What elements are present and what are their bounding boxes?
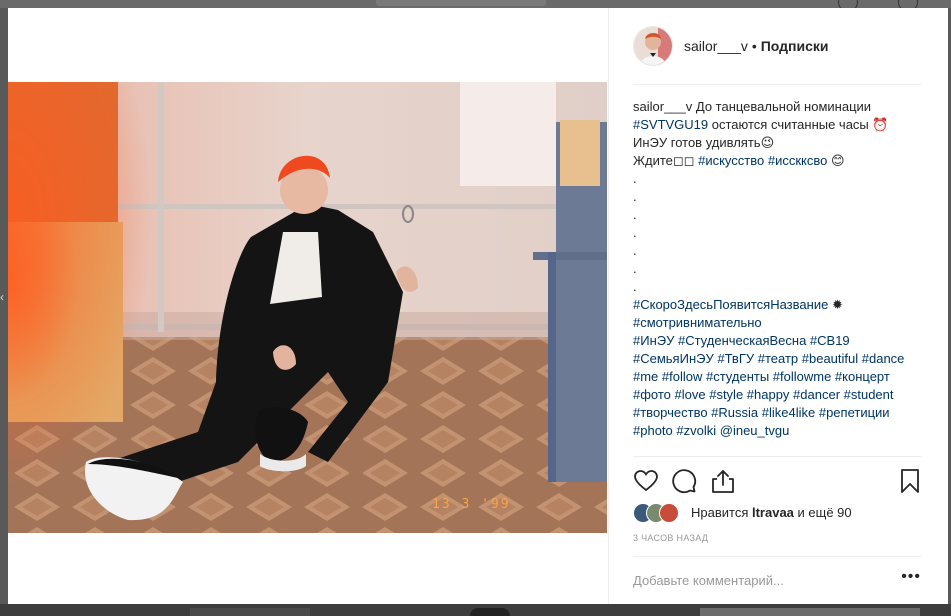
- hashtag-link[interactable]: #искусство: [698, 153, 764, 168]
- caption-line: ИнЭУ готов удивлять😉: [633, 135, 775, 150]
- post-photo[interactable]: 13 3 '99: [8, 82, 607, 533]
- divider: [633, 556, 921, 557]
- share-icon[interactable]: [710, 468, 736, 494]
- caption-dot: .: [633, 261, 637, 276]
- hashtag-line[interactable]: #творчество #Russia #like4like #репетици…: [633, 404, 923, 422]
- caption-username[interactable]: sailor___v: [633, 99, 692, 114]
- author-username[interactable]: sailor___v: [684, 38, 748, 54]
- caption-dot: .: [633, 207, 637, 222]
- backdrop-thumbnail: [700, 608, 920, 616]
- caption-text: До танцевальной номинации: [692, 99, 872, 114]
- post-caption: sailor___v До танцевальной номинации #SV…: [633, 98, 923, 448]
- hashtag-link[interactable]: #исскксво: [768, 153, 828, 168]
- more-options-icon[interactable]: •••: [901, 568, 921, 586]
- burst-emoji: ✹: [831, 297, 843, 312]
- divider: [633, 456, 921, 457]
- smile-emoji: 😊: [831, 153, 845, 168]
- backdrop-thumbnail: [190, 608, 310, 616]
- caption-line: #SVTVGU19 остаются считанные часы ⏰: [633, 116, 923, 134]
- likes-summary: Нравится ltravaa и ещё 90: [633, 502, 923, 524]
- hashtag-link[interactable]: #смотривнимательно: [633, 314, 923, 332]
- likes-text[interactable]: Нравится ltravaa и ещё 90: [691, 505, 852, 520]
- hashtag-line[interactable]: #ИнЭУ #СтуденческаяВесна #СВ19: [633, 332, 923, 350]
- browser-address-bar: [376, 0, 546, 6]
- photo-area: 13 3 '99: [8, 8, 608, 604]
- header-text: sailor___v • Подписки: [684, 38, 829, 54]
- liker-username[interactable]: ltravaa: [752, 505, 794, 520]
- hashtag-line[interactable]: #фото #love #style #happy #dancer #stude…: [633, 386, 923, 404]
- caption-text: Ждите: [633, 153, 673, 168]
- author-avatar[interactable]: [633, 26, 673, 66]
- bookmark-icon[interactable]: [897, 468, 923, 494]
- divider: [633, 84, 921, 85]
- action-bar: [633, 468, 923, 498]
- post-info-panel: sailor___v • Подписки sailor___v До танцев…: [608, 8, 948, 604]
- hashtag-line[interactable]: #photo #zvolki: [633, 423, 716, 438]
- post-photo-image: 13 3 '99: [8, 82, 607, 533]
- liker-avatar: [659, 503, 679, 523]
- caption-dot: .: [633, 225, 637, 240]
- caption-dot: .: [633, 171, 637, 186]
- backdrop-thumbnail: [470, 608, 510, 616]
- hashtag-link[interactable]: #SVTVGU19: [633, 117, 708, 132]
- caption-line: Ждите◻◻ #искусство #исскксво 😊: [633, 152, 923, 170]
- caption-dot: .: [633, 243, 637, 258]
- caption-dot: .: [633, 279, 637, 294]
- hashtag-line[interactable]: #СемьяИнЭУ #ТвГУ #театр #beautiful #danc…: [633, 350, 923, 368]
- hashtag-link[interactable]: #СкороЗдесьПоявитсяНазвание: [633, 297, 828, 312]
- likes-prefix: Нравится: [691, 505, 752, 520]
- caption-line: #СкороЗдесьПоявитсяНазвание ✹: [633, 296, 923, 314]
- backdrop-bottom: [0, 604, 951, 616]
- photo-date-stamp: 13 3 '99: [432, 497, 511, 512]
- caption-line: #photo #zvolki @ineu_tvgu: [633, 422, 923, 440]
- hashtag-line[interactable]: #me #follow #студенты #followme #концерт: [633, 368, 923, 386]
- comment-input[interactable]: Добавьте комментарий...: [633, 573, 784, 588]
- post-timestamp[interactable]: 3 часов назад: [633, 533, 708, 543]
- author-avatar-image: [634, 27, 672, 65]
- previous-arrow-icon[interactable]: ‹: [0, 290, 4, 304]
- mention-link[interactable]: @ineu_tvgu: [720, 423, 790, 438]
- caption-dot: .: [633, 189, 637, 204]
- likes-count[interactable]: и ещё 90: [794, 505, 852, 520]
- caption-text: остаются считанные часы ⏰: [708, 117, 889, 132]
- comment-icon[interactable]: [671, 468, 697, 494]
- header-separator: •: [751, 38, 757, 54]
- post-header: sailor___v • Подписки: [633, 26, 921, 66]
- following-button[interactable]: Подписки: [761, 38, 829, 54]
- backdrop-top: [0, 0, 951, 12]
- caption-glyph: ◻◻: [672, 153, 695, 168]
- post-modal: 13 3 '99 sailor___v • Подписки sailor___…: [8, 8, 948, 604]
- liker-avatars[interactable]: [633, 503, 689, 523]
- heart-icon[interactable]: [633, 468, 659, 494]
- caption-line: sailor___v До танцевальной номинации: [633, 98, 923, 116]
- comment-box[interactable]: Добавьте комментарий... •••: [633, 568, 921, 592]
